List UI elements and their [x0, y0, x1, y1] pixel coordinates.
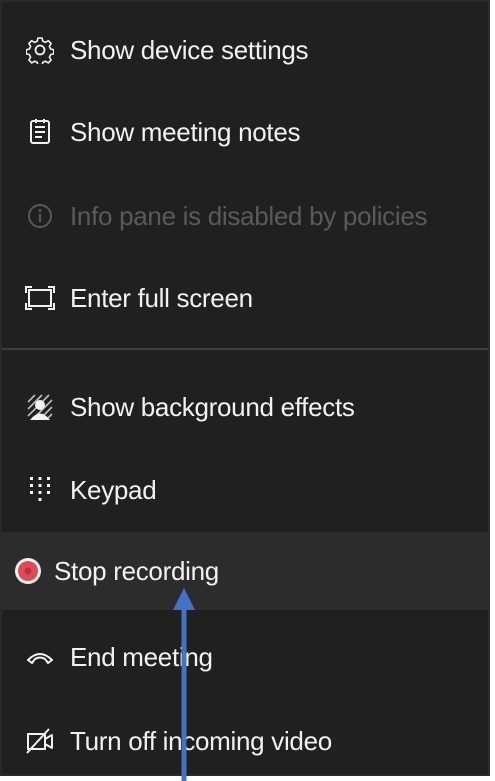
info-icon: [18, 188, 62, 244]
menu-item-label: Info pane is disabled by policies: [70, 200, 428, 231]
menu-item-enter-full-screen[interactable]: Enter full screen: [2, 270, 488, 326]
menu-item-label: Show meeting notes: [70, 116, 301, 147]
notes-icon: [18, 104, 62, 160]
menu-divider: [2, 348, 488, 350]
video-off-icon: [18, 713, 62, 769]
menu-item-label: Turn off incoming video: [70, 725, 332, 756]
gear-icon: [18, 22, 62, 78]
annotation-arrow: [173, 588, 195, 781]
menu-item-end-meeting[interactable]: End meeting: [2, 629, 488, 685]
menu-item-label: Keypad: [70, 474, 157, 505]
menu-item-keypad[interactable]: Keypad: [2, 462, 488, 518]
fullscreen-icon: [18, 270, 62, 326]
keypad-icon: [18, 462, 62, 518]
menu-item-label: Show device settings: [70, 34, 309, 65]
meeting-options-menu: Show device settings Show meeting notes …: [0, 0, 490, 776]
menu-item-label: Show background effects: [70, 391, 355, 422]
hang-up-icon: [18, 629, 62, 685]
menu-item-turn-off-incoming-video[interactable]: Turn off incoming video: [2, 713, 488, 769]
menu-item-show-background-effects[interactable]: Show background effects: [2, 379, 488, 435]
menu-item-show-device-settings[interactable]: Show device settings: [2, 22, 488, 78]
menu-item-stop-recording[interactable]: Stop recording: [2, 532, 488, 610]
menu-item-label: Stop recording: [54, 555, 219, 586]
menu-item-label: Enter full screen: [70, 282, 253, 313]
menu-item-show-meeting-notes[interactable]: Show meeting notes: [2, 104, 488, 160]
menu-item-info-pane-disabled: Info pane is disabled by policies: [2, 188, 488, 244]
record-icon: [6, 532, 50, 610]
background-effects-icon: [18, 379, 62, 435]
